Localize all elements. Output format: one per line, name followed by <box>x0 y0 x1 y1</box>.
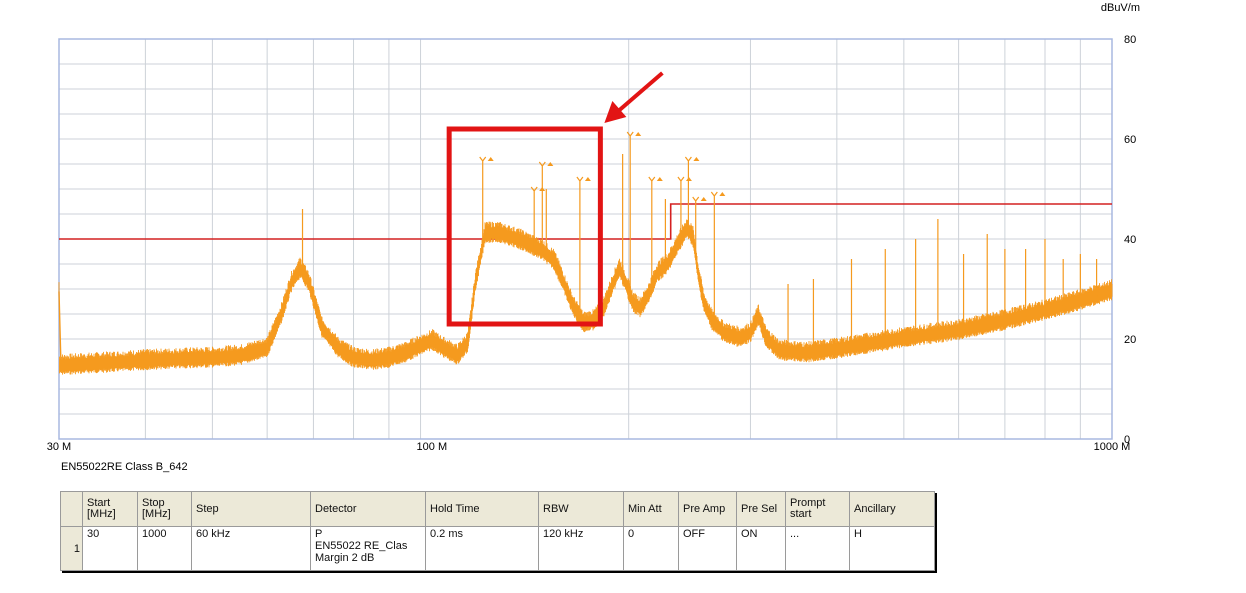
cell-start[interactable]: 30 <box>82 526 138 571</box>
x-tick-label: 1000 M <box>1094 441 1131 453</box>
y-tick-label: 80 <box>1124 34 1136 46</box>
cell-prompt-start[interactable]: ... <box>785 526 850 571</box>
cell-detector[interactable]: P EN55022 RE_Clas Margin 2 dB <box>310 526 426 571</box>
cell-pre-sel[interactable]: ON <box>736 526 786 571</box>
cell-pre-amp[interactable]: OFF <box>678 526 737 571</box>
header-step: Step <box>191 491 311 527</box>
header-pre-amp: Pre Amp <box>678 491 737 527</box>
row-index: 1 <box>60 526 83 571</box>
header-pre-sel: Pre Sel <box>736 491 786 527</box>
cell-step[interactable]: 60 kHz <box>191 526 311 571</box>
x-tick-label: 100 M <box>417 441 448 453</box>
y-tick-label: 60 <box>1124 134 1136 146</box>
cell-min-att[interactable]: 0 <box>623 526 679 571</box>
cell-stop[interactable]: 1000 <box>137 526 192 571</box>
setup-title: EN55022RE Class B_642 <box>61 461 188 473</box>
header-rbw: RBW <box>538 491 624 527</box>
y-unit-label: dBuV/m <box>1101 2 1140 14</box>
emission-chart: 02040608030 M 100 M 1000 M dBuV/m <box>47 2 1140 453</box>
cell-rbw[interactable]: 120 kHz <box>538 526 624 571</box>
header-ancillary: Ancillary <box>849 491 935 527</box>
header-stop: Stop [MHz] <box>137 491 192 527</box>
cell-hold-time[interactable]: 0.2 ms <box>425 526 539 571</box>
scan-setup-table: Start [MHz] Stop [MHz] Step Detector Hold … <box>60 491 935 571</box>
cell-ancillary[interactable]: H <box>849 526 935 571</box>
header-hold-time: Hold Time <box>425 491 539 527</box>
y-tick-label: 40 <box>1124 234 1136 246</box>
header-corner <box>60 491 83 527</box>
header-min-att: Min Att <box>623 491 679 527</box>
table-row[interactable]: 1 30 1000 60 kHz P EN55022 RE_Clas Margin … <box>60 526 935 571</box>
y-tick-label: 20 <box>1124 334 1136 346</box>
header-prompt-start: Prompt start <box>785 491 850 527</box>
x-tick-label: 30 M <box>47 441 71 453</box>
table-header-row: Start [MHz] Stop [MHz] Step Detector Hold … <box>60 491 935 527</box>
header-start: Start [MHz] <box>82 491 138 527</box>
header-detector: Detector <box>310 491 426 527</box>
